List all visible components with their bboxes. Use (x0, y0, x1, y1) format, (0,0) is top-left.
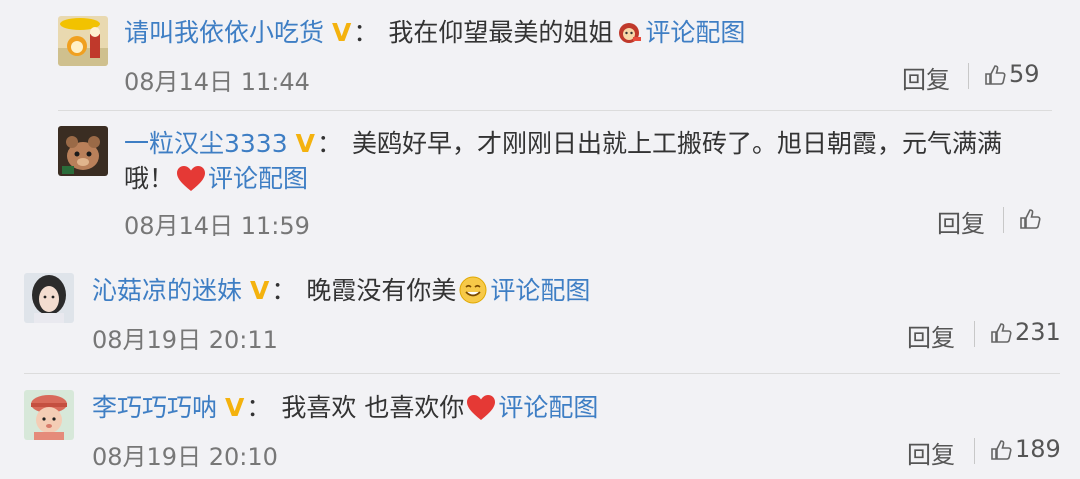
smile-emoji-icon (458, 275, 488, 314)
like-button[interactable]: 189 (990, 435, 1061, 463)
avatar[interactable] (58, 126, 108, 176)
thumbs-up-icon (991, 323, 1012, 343)
comment-text: 晚霞没有你美 (306, 276, 457, 305)
comment-divider (24, 373, 1060, 374)
colon: ： (271, 276, 297, 305)
thumbs-up-icon (991, 440, 1012, 460)
like-count: 231 (1015, 318, 1061, 346)
like-button[interactable] (1019, 204, 1044, 232)
divider (968, 63, 969, 89)
colon: ： (353, 18, 379, 47)
comment-panel-top: 请叫我依依小吃货 V： 我在仰望最美的姐姐 评论配图 08月14日 11:44 回复 … (0, 0, 1080, 256)
comment-panel-bottom: 沁菇凉的迷妹 V： 晚霞没有你美 评论配图 08月19日 20:11 回复 231 李… (0, 256, 1080, 479)
username-link[interactable]: 请叫我依依小吃货 (124, 18, 324, 47)
like-button[interactable]: 59 (984, 60, 1040, 88)
vip-badge-icon: V (295, 129, 315, 158)
like-button[interactable]: 231 (990, 318, 1061, 346)
heart-icon (466, 394, 496, 431)
comment-image-link[interactable]: 评论配图 (208, 164, 308, 193)
comment-time: 08月14日 11:59 (124, 212, 310, 240)
comment-text: 美鸥好早，才刚刚日出就上工搬砖了。旭日朝霞，元气满满 (352, 129, 1003, 158)
avatar[interactable] (24, 390, 74, 440)
comment-line: 沁菇凉的迷妹 V： 晚霞没有你美 评论配图 (92, 274, 590, 314)
comment-line-continued: 哦！ 评论配图 (124, 162, 308, 202)
comment-time: 08月14日 11:44 (124, 68, 310, 96)
comment-line: 一粒汉尘3333 V： 美鸥好早，才刚刚日出就上工搬砖了。旭日朝霞，元气满满 (124, 127, 1002, 161)
reply-button[interactable]: 回复 (907, 435, 955, 470)
like-count: 189 (1015, 435, 1061, 463)
comment-line: 请叫我依依小吃货 V： 我在仰望最美的姐姐 评论配图 (124, 16, 745, 56)
vip-badge-icon: V (332, 18, 352, 47)
username-link[interactable]: 李巧巧巧呐 (92, 393, 217, 422)
vip-badge-icon: V (225, 393, 245, 422)
comment-image-link[interactable]: 评论配图 (645, 18, 745, 47)
divider (974, 438, 975, 464)
vip-badge-icon: V (250, 276, 270, 305)
avatar[interactable] (24, 273, 74, 323)
comment-text-continued: 哦！ (124, 164, 175, 193)
comment-time: 08月19日 20:10 (92, 443, 278, 471)
thumbs-up-icon (985, 65, 1006, 85)
divider (974, 321, 975, 347)
avatar[interactable] (58, 16, 108, 66)
like-count: 59 (1009, 60, 1040, 88)
username-link[interactable]: 一粒汉尘3333 (124, 129, 288, 158)
thumbs-up-icon (1020, 209, 1041, 229)
comment-image-link[interactable]: 评论配图 (490, 276, 590, 305)
reply-button[interactable]: 回复 (902, 60, 950, 95)
comment-time: 08月19日 20:11 (92, 326, 278, 354)
username-link[interactable]: 沁菇凉的迷妹 (92, 276, 242, 305)
comment-image-link[interactable]: 评论配图 (498, 393, 598, 422)
comment-text: 我喜欢 也喜欢你 (281, 393, 465, 422)
comment-text: 我在仰望最美的姐姐 (388, 18, 614, 47)
monkey-emoji-icon (615, 19, 643, 56)
heart-icon (176, 165, 206, 202)
comment-line: 李巧巧巧呐 V： 我喜欢 也喜欢你 评论配图 (92, 391, 598, 431)
reply-button[interactable]: 回复 (937, 204, 985, 239)
comment-divider (58, 110, 1052, 111)
colon: ： (246, 393, 272, 422)
reply-button[interactable]: 回复 (907, 318, 955, 353)
divider (1003, 207, 1004, 233)
colon: ： (316, 129, 342, 158)
